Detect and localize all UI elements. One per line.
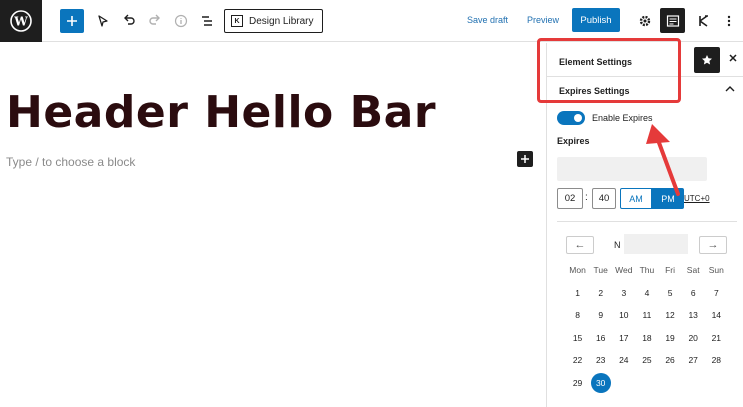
chevron-up-icon[interactable]	[725, 85, 735, 93]
preview-button[interactable]: Preview	[527, 15, 559, 25]
section-divider	[557, 221, 737, 222]
calendar-day[interactable]: 6	[682, 288, 705, 298]
hour-input[interactable]: 02	[557, 188, 583, 209]
calendar-day[interactable]: 16	[589, 333, 612, 343]
weekday-label: Wed	[615, 265, 633, 276]
weekday-label: Mon	[569, 265, 586, 276]
block-settings-toggle-button[interactable]	[660, 8, 685, 33]
weekday-label: Sun	[708, 265, 724, 276]
add-block-button[interactable]	[60, 9, 84, 33]
kadence-controls-button[interactable]	[692, 9, 716, 33]
annotation-arrow-icon	[646, 124, 680, 196]
editor-canvas: Header Hello Bar Type / to choose a bloc…	[0, 43, 546, 407]
time-separator: :	[585, 192, 588, 203]
star-icon	[702, 55, 712, 65]
select-tool-button[interactable]	[91, 9, 115, 33]
list-view-icon	[202, 16, 212, 26]
svg-text:W: W	[13, 15, 28, 29]
calendar-day[interactable]: 20	[682, 333, 705, 343]
calendar-day[interactable]: 12	[659, 310, 682, 320]
weekday-label: Thu	[639, 265, 655, 276]
design-library-label: Design Library	[249, 15, 314, 27]
calendar-day[interactable]: 4	[635, 288, 658, 298]
calendar-week: 22 23 24 25 26 27 28	[566, 349, 728, 372]
wordpress-icon: W	[10, 10, 32, 32]
calendar-day[interactable]: 13	[682, 310, 705, 320]
cursor-icon	[98, 15, 108, 27]
weekday-label: Tue	[593, 265, 608, 276]
calendar-day[interactable]: 5	[659, 288, 682, 298]
calendar-day[interactable]: 11	[635, 310, 658, 320]
settings-button[interactable]	[633, 9, 657, 33]
calendar-day[interactable]: 17	[612, 333, 635, 343]
calendar-day[interactable]: 25	[635, 355, 658, 365]
top-toolbar: W K Design Library Save draft Preview Pu…	[0, 0, 743, 42]
redo-icon	[149, 14, 160, 25]
enable-expires-toggle[interactable]	[557, 111, 585, 125]
sidebar-panel-icon	[666, 14, 679, 27]
calendar-day[interactable]: 18	[635, 333, 658, 343]
undo-icon	[124, 14, 135, 25]
calendar-day[interactable]: 26	[659, 355, 682, 365]
plus-icon	[67, 16, 77, 26]
redo-button[interactable]	[143, 9, 167, 33]
gear-icon	[639, 15, 651, 27]
calendar-week: 29 30	[566, 372, 728, 395]
annotation-highlight-box	[537, 38, 681, 103]
calendar-week: 8 9 10 11 12 13 14	[566, 304, 728, 327]
calendar-day[interactable]: 8	[566, 310, 589, 320]
close-sidebar-button[interactable]	[728, 52, 738, 66]
block-placeholder[interactable]: Type / to choose a block	[6, 155, 135, 169]
weekday-label: Fri	[665, 265, 676, 276]
calendar-day[interactable]: 9	[589, 310, 612, 320]
month-label-obscured	[624, 234, 688, 254]
expires-label: Expires	[557, 136, 590, 146]
calendar-day[interactable]: 28	[705, 355, 728, 365]
info-icon	[174, 14, 188, 28]
calendar-day[interactable]: 29	[566, 378, 589, 388]
calendar-day[interactable]: 23	[589, 355, 612, 365]
options-menu-button[interactable]	[717, 9, 741, 33]
calendar-week: 1 2 3 4 5 6 7	[566, 282, 728, 305]
details-button[interactable]	[169, 9, 193, 33]
calendar-day[interactable]: 24	[612, 355, 635, 365]
calendar-day[interactable]: 22	[566, 355, 589, 365]
kadence-icon: K	[231, 15, 243, 27]
next-month-button[interactable]: →	[699, 236, 727, 254]
calendar-day[interactable]: 10	[612, 310, 635, 320]
weekday-header-row: Mon Tue Wed Thu Fri Sat Sun	[566, 259, 728, 282]
publish-button[interactable]: Publish	[572, 8, 620, 32]
calendar-day[interactable]: 14	[705, 310, 728, 320]
calendar-day[interactable]: 27	[682, 355, 705, 365]
calendar-day[interactable]: 21	[705, 333, 728, 343]
undo-button[interactable]	[117, 9, 141, 33]
close-icon	[729, 54, 737, 62]
calendar-day[interactable]: 7	[705, 288, 728, 298]
previous-month-button[interactable]: ←	[566, 236, 594, 254]
more-vertical-icon	[727, 15, 731, 27]
wordpress-logo-button[interactable]: W	[0, 0, 42, 42]
calendar-day[interactable]: 1	[566, 288, 589, 298]
calendar-day[interactable]: 3	[612, 288, 635, 298]
design-library-button[interactable]: K Design Library	[224, 9, 323, 33]
month-label: N	[614, 240, 621, 250]
calendar-day[interactable]: 15	[566, 333, 589, 343]
calendar-week: 15 16 17 18 19 20 21	[566, 327, 728, 350]
calendar-grid: Mon Tue Wed Thu Fri Sat Sun 1 2 3 4 5 6 …	[566, 259, 728, 394]
save-draft-button[interactable]: Save draft	[467, 15, 508, 25]
minute-input[interactable]: 40	[592, 188, 616, 209]
calendar-day[interactable]: 2	[589, 288, 612, 298]
list-view-button[interactable]	[195, 9, 219, 33]
weekday-label: Sat	[686, 265, 700, 276]
plus-icon	[521, 155, 529, 163]
favorite-star-button[interactable]	[694, 47, 720, 73]
inline-add-block-button[interactable]	[517, 151, 533, 167]
kadence-k-icon	[699, 15, 708, 27]
calendar-day-selected[interactable]: 30	[589, 372, 612, 393]
selected-day-label: 30	[590, 372, 611, 393]
page-heading[interactable]: Header Hello Bar	[6, 87, 436, 138]
calendar-day[interactable]: 19	[659, 333, 682, 343]
